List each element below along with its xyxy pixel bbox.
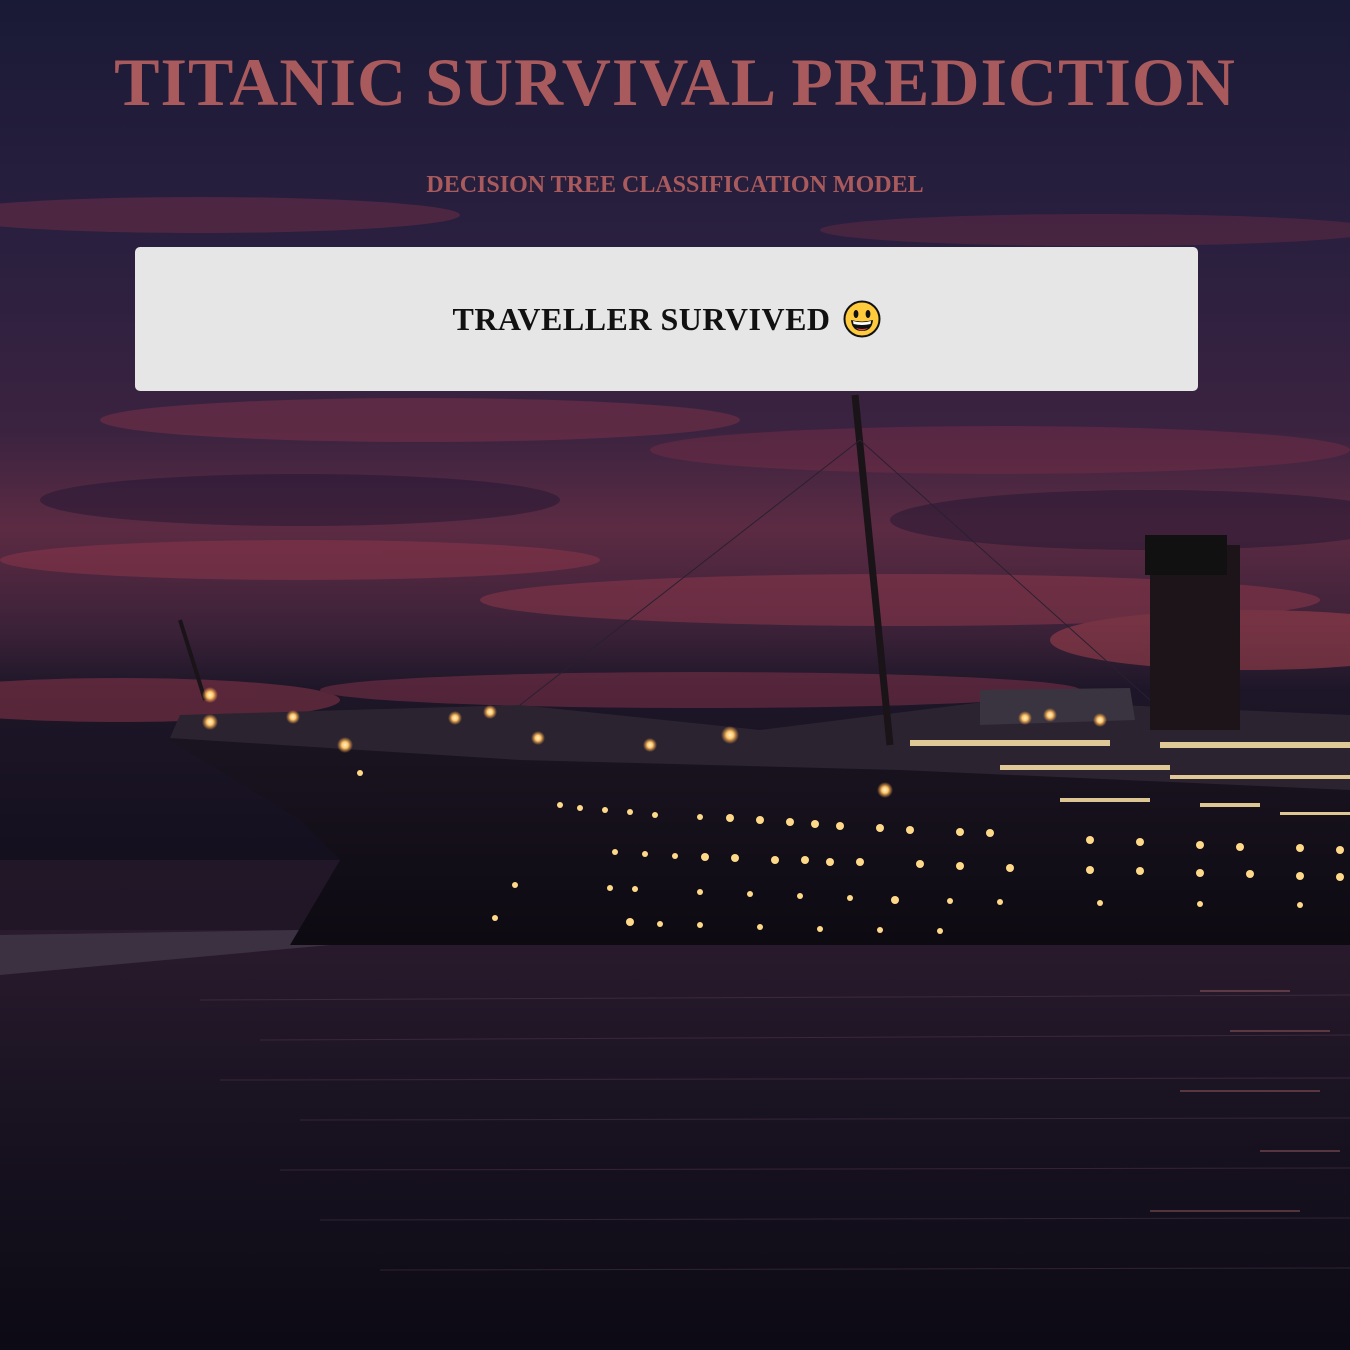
grinning-face-icon [843,300,881,338]
prediction-result-card: TRAVELLER SURVIVED [135,247,1198,391]
page-subtitle: DECISION TREE CLASSIFICATION MODEL [426,172,924,198]
background-image [0,0,1350,1350]
prediction-result-text: TRAVELLER SURVIVED [452,300,831,337]
page-title: TITANIC SURVIVAL PREDICTION [114,44,1236,120]
